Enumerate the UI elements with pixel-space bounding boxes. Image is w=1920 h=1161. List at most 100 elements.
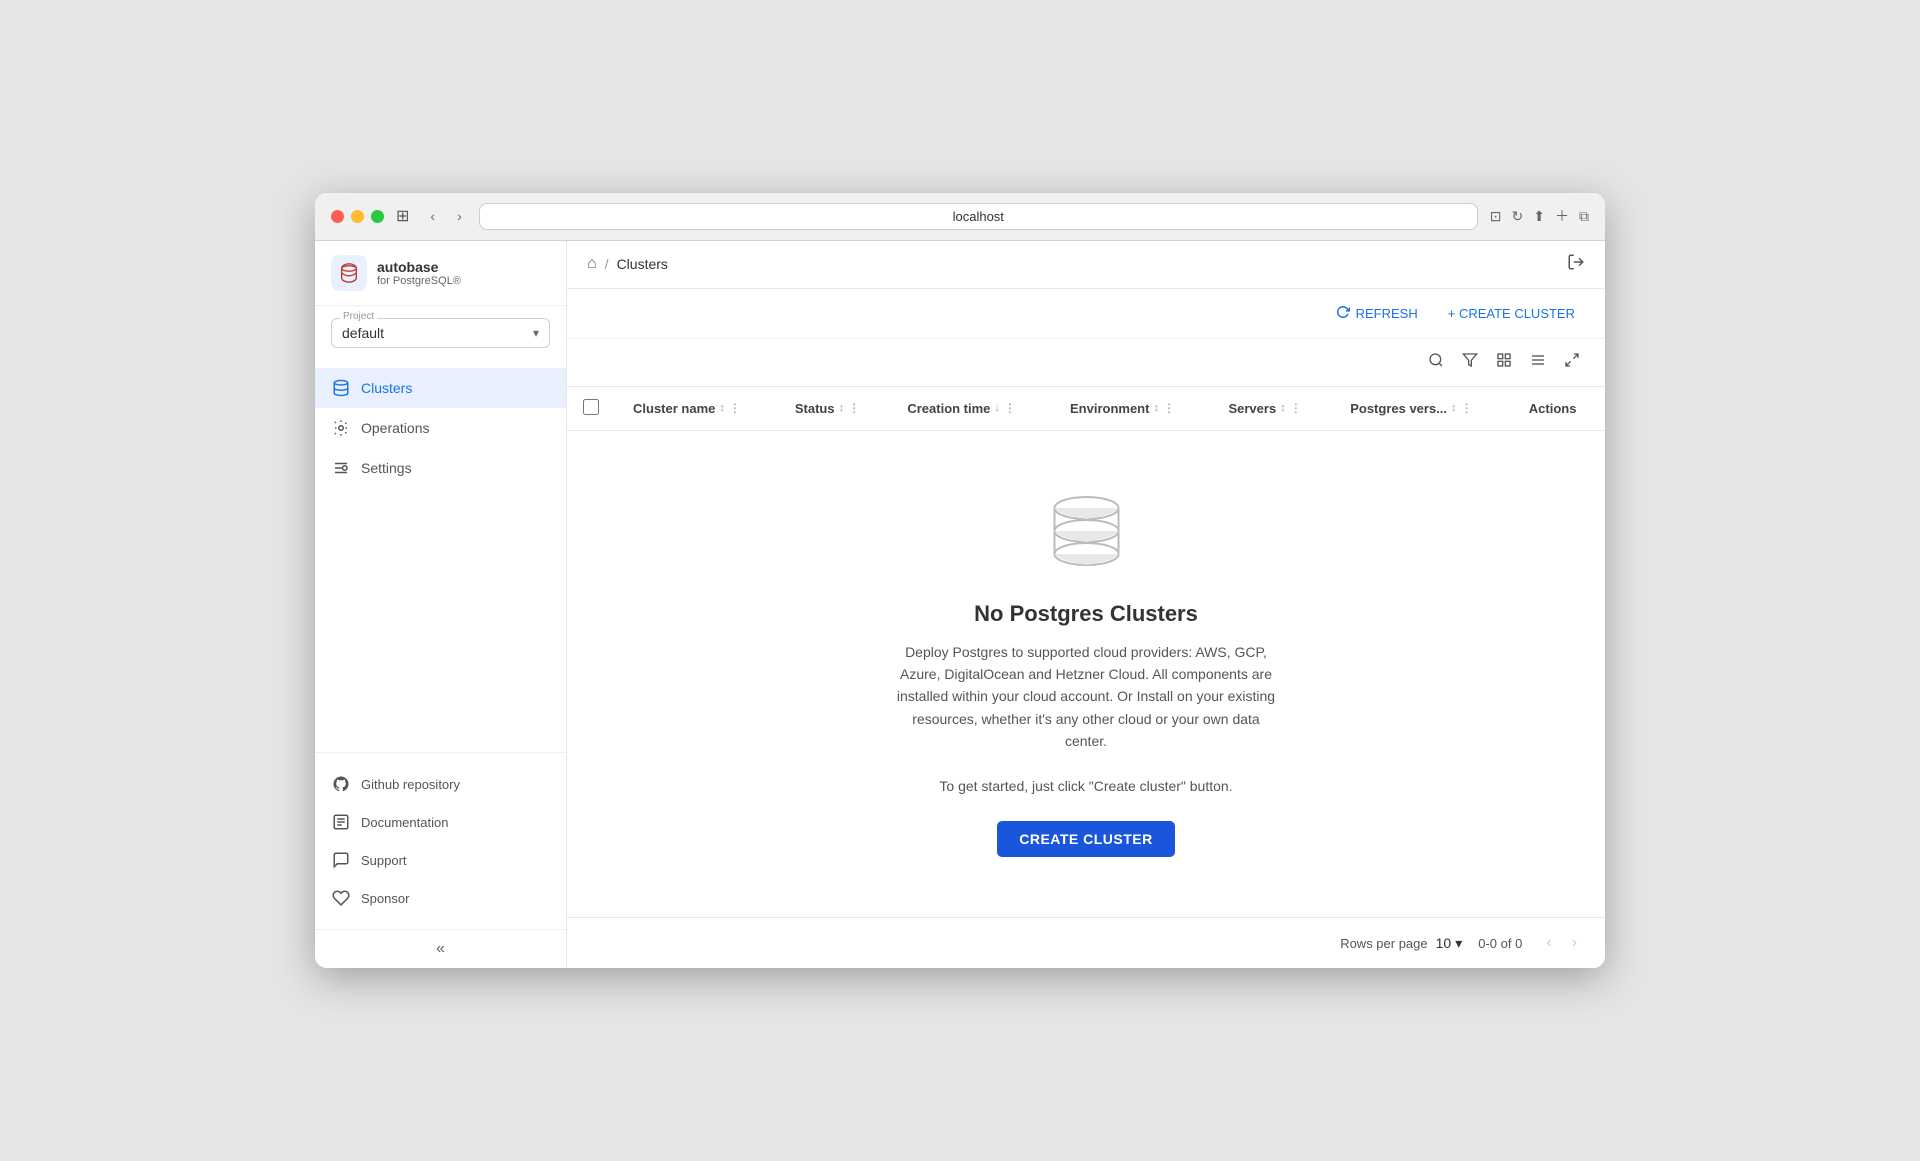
operations-icon [331, 418, 351, 438]
breadcrumb-current: Clusters [617, 256, 668, 272]
address-bar[interactable]: localhost [479, 203, 1478, 230]
sort-icon: ↕ [719, 402, 725, 414]
browser-actions: ⊡ ↻ ⬆ ＋ ⧉ [1490, 206, 1589, 226]
refresh-label: REFRESH [1356, 306, 1418, 321]
sidebar-footer-sponsor[interactable]: Sponsor [315, 879, 566, 917]
select-all-col [567, 387, 617, 431]
home-icon[interactable]: ⌂ [587, 255, 597, 273]
top-bar: ⌂ / Clusters [567, 241, 1605, 289]
bookmark-icon[interactable]: ⊡ [1490, 208, 1502, 225]
empty-description: Deploy Postgres to supported cloud provi… [896, 641, 1276, 798]
environment-sort-icon: ↕ [1153, 402, 1159, 414]
app-title: autobase for PostgreSQL® [377, 259, 461, 287]
sidebar-header: autobase for PostgreSQL® [315, 241, 566, 306]
rows-per-page-chevron-icon: ▾ [1455, 935, 1462, 952]
status-menu-icon[interactable]: ⋮ [848, 401, 860, 415]
share-icon[interactable]: ⬆ [1533, 208, 1545, 225]
actions-col: Actions [1513, 387, 1605, 431]
creation-time-menu-icon[interactable]: ⋮ [1004, 401, 1016, 415]
creation-time-label: Creation time [907, 401, 990, 416]
status-sort-icon: ↕ [839, 402, 845, 414]
servers-menu-icon[interactable]: ⋮ [1290, 401, 1302, 415]
breadcrumb: ⌂ / Clusters [587, 255, 668, 273]
environment-menu-icon[interactable]: ⋮ [1163, 401, 1175, 415]
select-all-checkbox[interactable] [583, 399, 599, 415]
reload-icon[interactable]: ↻ [1512, 208, 1524, 225]
table-header-row: Cluster name ↕ ⋮ Status ↕ ⋮ [567, 387, 1605, 431]
settings-icon [331, 458, 351, 478]
nav-forward-button[interactable]: › [452, 205, 467, 227]
postgres-version-menu-icon[interactable]: ⋮ [1461, 401, 1473, 415]
sidebar-item-operations-label: Operations [361, 420, 429, 436]
rows-per-page: Rows per page 10 ▾ [1340, 935, 1462, 952]
creation-time-col[interactable]: Creation time ↓ ⋮ [891, 387, 1054, 431]
environment-col[interactable]: Environment ↕ ⋮ [1054, 387, 1212, 431]
support-icon [331, 850, 351, 870]
nav-items: Clusters Operations [315, 360, 566, 753]
sidebar-toggle-button[interactable]: ⊞ [396, 206, 409, 226]
grid-view-button[interactable] [1491, 347, 1517, 378]
search-button[interactable] [1423, 347, 1449, 378]
create-cluster-top-button[interactable]: + CREATE CLUSTER [1438, 300, 1585, 327]
app-logo [331, 255, 367, 291]
app-name: autobase [377, 259, 461, 275]
fullscreen-button[interactable] [1559, 347, 1585, 378]
database-illustration [1046, 491, 1126, 581]
sidebar-item-settings[interactable]: Settings [315, 448, 566, 488]
chevron-down-icon: ▾ [533, 326, 539, 340]
project-name: default [342, 325, 384, 341]
table-toolbar [567, 339, 1605, 387]
rows-per-page-selector[interactable]: 10 ▾ [1436, 935, 1463, 952]
refresh-button[interactable]: REFRESH [1326, 299, 1428, 328]
create-cluster-button[interactable]: CREATE CLUSTER [997, 821, 1175, 857]
github-icon [331, 774, 351, 794]
tabs-icon[interactable]: ⧉ [1579, 208, 1589, 225]
sidebar-footer-docs[interactable]: Documentation [315, 803, 566, 841]
sidebar-item-clusters[interactable]: Clusters [315, 368, 566, 408]
docs-icon [331, 812, 351, 832]
traffic-lights [331, 210, 384, 223]
create-cluster-top-label: + CREATE CLUSTER [1448, 306, 1575, 321]
sidebar: autobase for PostgreSQL® Project default… [315, 241, 567, 969]
refresh-icon [1336, 305, 1350, 322]
status-col[interactable]: Status ↕ ⋮ [779, 387, 892, 431]
status-label: Status [795, 401, 835, 416]
cluster-name-menu-icon[interactable]: ⋮ [729, 401, 741, 415]
actions-label: Actions [1529, 401, 1577, 416]
next-page-button[interactable]: › [1564, 930, 1585, 956]
sidebar-footer-github[interactable]: Github repository [315, 765, 566, 803]
minimize-button[interactable] [351, 210, 364, 223]
sponsor-icon [331, 888, 351, 908]
rows-per-page-label: Rows per page [1340, 936, 1427, 951]
sidebar-item-operations[interactable]: Operations [315, 408, 566, 448]
docs-label: Documentation [361, 815, 448, 830]
postgres-version-col[interactable]: Postgres vers... ↕ ⋮ [1334, 387, 1513, 431]
table-container: Cluster name ↕ ⋮ Status ↕ ⋮ [567, 387, 1605, 918]
prev-page-button[interactable]: ‹ [1538, 930, 1559, 956]
nav-back-button[interactable]: ‹ [425, 205, 440, 227]
maximize-button[interactable] [371, 210, 384, 223]
collapse-sidebar-button[interactable]: « [315, 929, 566, 968]
empty-title: No Postgres Clusters [974, 601, 1198, 627]
project-label: Project [340, 311, 377, 322]
close-button[interactable] [331, 210, 344, 223]
new-tab-icon[interactable]: ＋ [1555, 206, 1569, 226]
cluster-name-col[interactable]: Cluster name ↕ ⋮ [617, 387, 779, 431]
breadcrumb-separator: / [605, 256, 609, 272]
browser-chrome: ⊞ ‹ › localhost ⊡ ↻ ⬆ ＋ ⧉ [315, 193, 1605, 241]
servers-col[interactable]: Servers ↕ ⋮ [1212, 387, 1334, 431]
support-label: Support [361, 853, 407, 868]
sidebar-footer: Github repository Documentation [315, 752, 566, 929]
filter-button[interactable] [1457, 347, 1483, 378]
action-bar: REFRESH + CREATE CLUSTER [567, 289, 1605, 339]
pagination-nav: ‹ › [1538, 930, 1585, 956]
logout-button[interactable] [1567, 253, 1585, 276]
servers-label: Servers [1228, 401, 1276, 416]
github-label: Github repository [361, 777, 460, 792]
environment-label: Environment [1070, 401, 1149, 416]
project-selector[interactable]: Project default ▾ [331, 318, 550, 348]
list-view-button[interactable] [1525, 347, 1551, 378]
collapse-icon: « [436, 940, 445, 958]
sidebar-footer-support[interactable]: Support [315, 841, 566, 879]
sidebar-item-settings-label: Settings [361, 460, 412, 476]
